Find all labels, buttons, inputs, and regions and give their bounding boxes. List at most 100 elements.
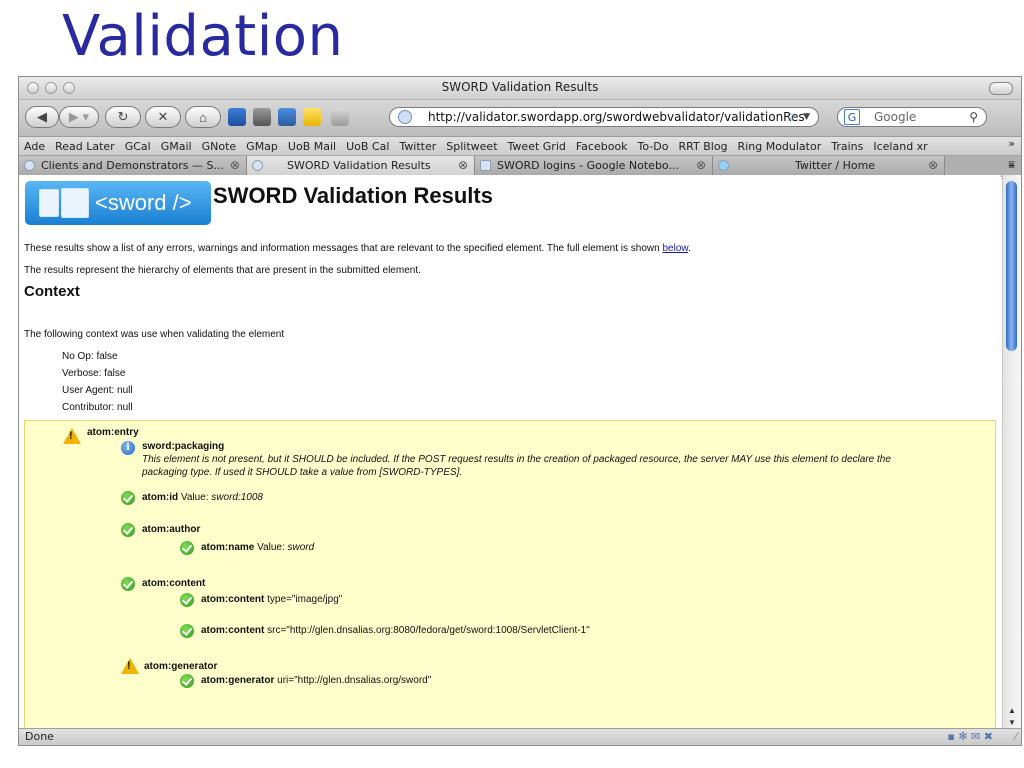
- close-tab-icon[interactable]: ⊗: [458, 156, 468, 175]
- back-button[interactable]: ◀: [25, 106, 59, 128]
- context-item: Verbose: false: [62, 368, 126, 379]
- page-icon: [24, 160, 35, 171]
- status-bar: Done ▪ ✻ ✉ ✖ ⁄: [19, 728, 1021, 745]
- twitter-icon: [718, 160, 729, 171]
- search-field[interactable]: G Google ⚲: [837, 107, 987, 127]
- bookmark-item[interactable]: To-Do: [633, 140, 674, 153]
- warning-mark: !: [127, 660, 131, 672]
- url-dropdown-icon[interactable]: ▼: [803, 108, 810, 126]
- check-icon: [180, 541, 194, 555]
- home-button[interactable]: ⌂: [185, 106, 221, 128]
- element-atom-content: atom:content: [142, 578, 206, 589]
- browser-window: SWORD Validation Results ◀ ▶ ▾ ↻ ✕ ⌂ htt…: [18, 76, 1022, 746]
- title-bar: SWORD Validation Results: [19, 77, 1021, 100]
- bookmark-item[interactable]: Facebook: [571, 140, 633, 153]
- context-item: User Agent: null: [62, 385, 133, 396]
- packaging-message: This element is not present, but it SHOU…: [142, 454, 891, 465]
- bookmark-item[interactable]: Splitweet: [441, 140, 502, 153]
- packaging-message: packaging type. If used it SHOULD take a…: [142, 467, 463, 478]
- element-atom-author: atom:author: [142, 524, 201, 535]
- hierarchy-note: The results represent the hierarchy of e…: [24, 265, 421, 276]
- vertical-scrollbar[interactable]: ▲ ▼: [1002, 175, 1021, 729]
- search-placeholder: Google: [874, 110, 917, 124]
- context-item: No Op: false: [62, 351, 118, 362]
- tab-twitter-home[interactable]: Twitter / Home ⊗: [713, 156, 945, 176]
- forward-button[interactable]: ▶ ▾: [59, 106, 99, 128]
- bookmark-item[interactable]: GMap: [241, 140, 283, 153]
- close-tab-icon[interactable]: ⊗: [928, 156, 938, 175]
- scroll-up-icon[interactable]: ▲: [1008, 706, 1016, 715]
- tab-bar: Clients and Demonstrators — S... ⊗ SWORD…: [19, 156, 1021, 177]
- info-icon: i: [121, 441, 135, 455]
- star-icon[interactable]: ☆: [785, 108, 796, 126]
- navigation-toolbar: ◀ ▶ ▾ ↻ ✕ ⌂ http://validator.swordapp.or…: [19, 100, 1021, 137]
- context-item: Contributor: null: [62, 402, 133, 413]
- element-atom-generator: atom:generator: [144, 661, 218, 672]
- slide-title: Validation: [62, 4, 344, 69]
- bookmark-item[interactable]: GNote: [197, 140, 242, 153]
- bookmark-item[interactable]: GMail: [156, 140, 197, 153]
- scrollbar-thumb[interactable]: [1006, 181, 1017, 351]
- close-tab-icon[interactable]: ⊗: [230, 156, 240, 175]
- forward-arrow-icon: ▶ ▾: [68, 109, 90, 124]
- url-bar[interactable]: http://validator.swordapp.org/swordwebva…: [389, 107, 819, 127]
- tab-list-icon[interactable]: ⩸: [1008, 158, 1015, 172]
- check-icon: [121, 491, 135, 505]
- element-generator-uri: atom:generator uri="http://glen.dnsalias…: [201, 675, 432, 686]
- bookmark-item[interactable]: GCal: [120, 140, 156, 153]
- tab-sword-logins[interactable]: SWORD logins - Google Notebo... ⊗: [475, 156, 713, 176]
- element-content-type: atom:content type="image/jpg": [201, 594, 343, 605]
- sword-logo: <sword />: [25, 181, 211, 225]
- notebook-icon: [480, 160, 491, 171]
- tab-clients-and-demonstrators[interactable]: Clients and Demonstrators — S... ⊗: [19, 156, 247, 176]
- bookmark-item[interactable]: Twitter: [394, 140, 441, 153]
- stop-button[interactable]: ✕: [145, 106, 181, 128]
- scroll-down-icon[interactable]: ▼: [1008, 718, 1016, 727]
- bookmark-item[interactable]: Ade: [19, 140, 50, 153]
- bookmark-item[interactable]: Trains: [826, 140, 868, 153]
- add-icon[interactable]: [331, 108, 349, 126]
- warning-mark: !: [69, 430, 73, 442]
- bookmarks-bar: Ade Read Later GCal GMail GNote GMap UoB…: [19, 137, 1021, 156]
- tag-icon[interactable]: [253, 108, 271, 126]
- element-atom-id: atom:id Value: sword:1008: [142, 492, 263, 503]
- tab-label: SWORD Validation Results: [287, 159, 431, 172]
- bookmark-item[interactable]: UoB Cal: [341, 140, 394, 153]
- bookmarks-icon[interactable]: [228, 108, 246, 126]
- toolbar-toggle-button[interactable]: [989, 82, 1013, 95]
- element-content-src: atom:content src="http://glen.dnsalias.o…: [201, 625, 590, 636]
- delicious-icon[interactable]: [278, 108, 296, 126]
- reload-icon: ↻: [117, 109, 129, 124]
- star-bookmark-icon[interactable]: [303, 108, 321, 126]
- check-icon: [180, 674, 194, 688]
- close-tab-icon[interactable]: ⊗: [696, 156, 706, 175]
- document-icon: [39, 189, 59, 217]
- status-text: Done: [25, 730, 54, 743]
- reload-button[interactable]: ↻: [105, 106, 141, 128]
- below-link[interactable]: below: [662, 243, 688, 254]
- page-icon: [252, 160, 263, 171]
- bookmark-item[interactable]: Read Later: [50, 140, 120, 153]
- intro-suffix: .: [688, 243, 691, 254]
- bookmarks-overflow-icon[interactable]: »: [1008, 137, 1015, 150]
- element-sword-packaging: sword:packaging: [142, 441, 225, 452]
- bookmark-item[interactable]: RRT Blog: [674, 140, 733, 153]
- window-title: SWORD Validation Results: [441, 80, 599, 94]
- bookmark-item[interactable]: UoB Mail: [283, 140, 341, 153]
- tab-label: SWORD logins - Google Notebo...: [497, 159, 679, 172]
- resize-grip-icon[interactable]: ⁄: [1015, 729, 1017, 744]
- check-icon: [180, 624, 194, 638]
- back-arrow-icon: ◀: [37, 109, 47, 124]
- tab-label: Clients and Demonstrators — S...: [41, 159, 224, 172]
- bookmark-item[interactable]: Iceland xr: [868, 140, 932, 153]
- bookmark-item[interactable]: Tweet Grid: [503, 140, 571, 153]
- tab-sword-validation-results[interactable]: SWORD Validation Results ⊗: [247, 156, 475, 176]
- intro-paragraph: These results show a list of any errors,…: [24, 243, 691, 254]
- addon-icons[interactable]: ▪ ✻ ✉ ✖: [947, 729, 993, 744]
- home-icon: ⌂: [199, 109, 207, 125]
- google-icon[interactable]: G: [844, 109, 860, 125]
- bookmark-item[interactable]: Ring Modulator: [733, 140, 827, 153]
- check-icon: [180, 593, 194, 607]
- search-icon[interactable]: ⚲: [969, 108, 978, 126]
- check-icon: [121, 523, 135, 537]
